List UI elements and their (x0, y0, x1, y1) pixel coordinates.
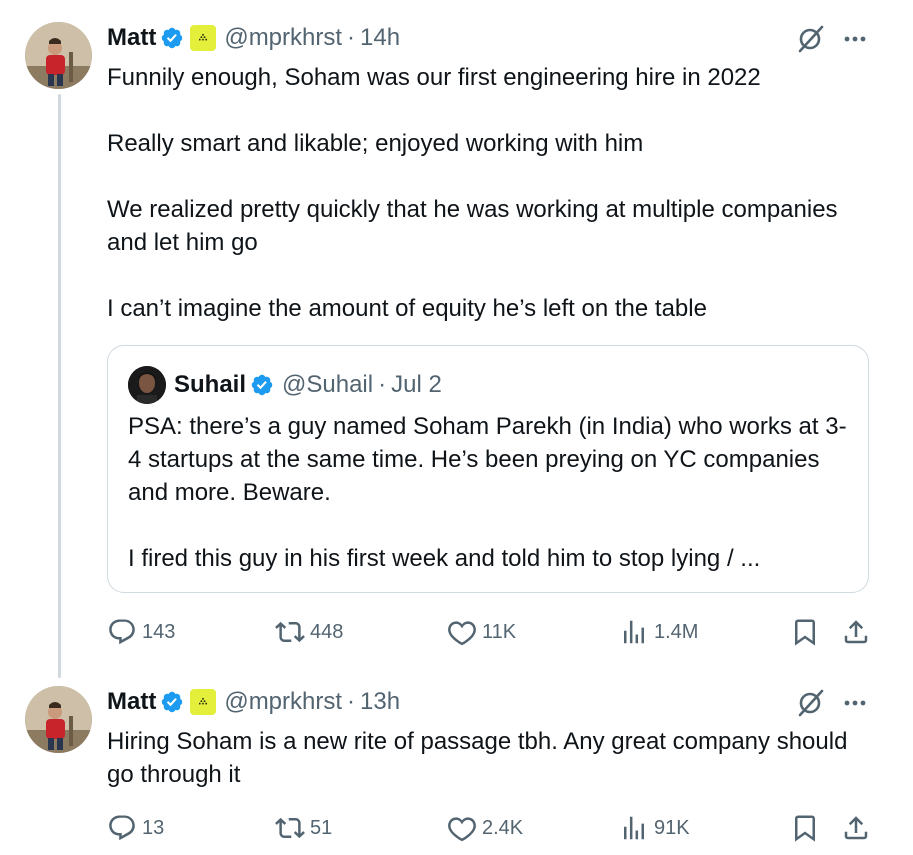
timestamp[interactable]: 14h (360, 24, 400, 52)
share-icon[interactable] (841, 617, 871, 647)
views-button[interactable]: 1.4M (619, 615, 698, 649)
verified-icon[interactable] (160, 690, 184, 714)
tweet-header: Matt @mprkhrst · 13h (107, 687, 400, 717)
more-icon[interactable] (842, 26, 868, 52)
reply-icon (109, 619, 135, 645)
repost-button[interactable]: 448 (275, 615, 343, 649)
repost-count: 51 (310, 816, 333, 839)
grok-icon[interactable] (795, 688, 825, 718)
quoted-author-handle[interactable]: @Suhail (282, 371, 373, 399)
more-icon[interactable] (842, 690, 868, 716)
repost-count: 448 (310, 620, 344, 643)
views-count: 1.4M (654, 620, 699, 643)
separator: · (347, 24, 356, 51)
reply-button[interactable]: 143 (107, 615, 175, 649)
tweet-text: Hiring Soham is a new rite of passage tb… (107, 728, 848, 788)
like-button[interactable]: 2.4K (447, 811, 523, 845)
separator: · (347, 688, 356, 715)
timestamp[interactable]: 13h (360, 688, 400, 716)
repost-button[interactable]: 51 (275, 811, 332, 845)
author-handle[interactable]: @mprkhrst (224, 688, 342, 716)
reply-button[interactable]: 13 (107, 811, 164, 845)
quoted-tweet[interactable]: Suhail @Suhail · Jul 2 PSA: there’s a gu… (107, 345, 869, 593)
views-button[interactable]: 91K (619, 811, 690, 845)
like-count: 11K (482, 620, 517, 643)
author-handle[interactable]: @mprkhrst (224, 24, 342, 52)
verified-icon[interactable] (160, 26, 184, 50)
like-button[interactable]: 11K (447, 615, 516, 649)
tweet-header: Matt @mprkhrst · 14h (107, 23, 400, 53)
author-name[interactable]: Matt (107, 24, 156, 52)
repost-icon (275, 817, 305, 839)
bookmark-icon[interactable] (790, 813, 820, 843)
separator: · (378, 371, 387, 398)
grok-icon[interactable] (795, 24, 825, 54)
affiliate-badge-icon[interactable] (190, 25, 217, 51)
like-icon (448, 817, 476, 842)
quoted-timestamp[interactable]: Jul 2 (391, 371, 442, 399)
tweet-actions: 143 448 11K 1.4M (107, 615, 877, 649)
thread-connector-line (58, 94, 61, 678)
views-icon (624, 620, 644, 644)
tweet-text: Funnily enough, Soham was our first engi… (107, 64, 838, 322)
author-name[interactable]: Matt (107, 688, 156, 716)
views-count: 91K (654, 816, 690, 839)
bookmark-icon[interactable] (790, 617, 820, 647)
verified-icon[interactable] (250, 373, 274, 397)
quoted-header: Suhail @Suhail · Jul 2 (174, 369, 442, 401)
repost-icon (275, 621, 305, 643)
quoted-text: PSA: there’s a guy named Soham Parekh (i… (128, 413, 847, 572)
reply-count: 143 (142, 620, 176, 643)
avatar[interactable] (25, 686, 92, 753)
like-count: 2.4K (482, 816, 524, 839)
views-icon (624, 816, 644, 840)
avatar[interactable] (25, 22, 92, 89)
like-icon (448, 621, 476, 646)
quoted-author-name[interactable]: Suhail (174, 371, 246, 399)
reply-icon (109, 815, 135, 841)
share-icon[interactable] (841, 813, 871, 843)
reply-count: 13 (142, 816, 165, 839)
affiliate-badge-icon[interactable] (190, 689, 217, 715)
quoted-avatar[interactable] (128, 366, 166, 404)
tweet-actions: 13 51 2.4K 91K (107, 811, 877, 845)
